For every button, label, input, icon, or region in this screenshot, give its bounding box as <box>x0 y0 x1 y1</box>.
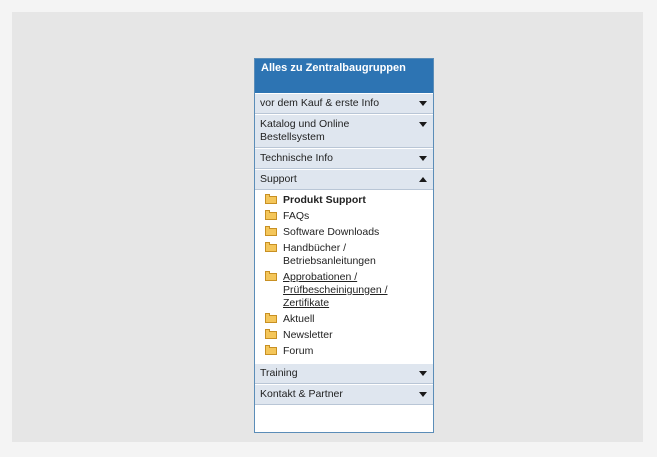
folder-icon <box>265 313 277 323</box>
menu-item-label: Aktuell <box>283 313 315 325</box>
section-label: vor dem Kauf & erste Info <box>260 97 380 109</box>
folder-icon <box>265 271 277 281</box>
menu-item-label: Forum <box>283 345 314 357</box>
menu-item-label: Handbücher / Betriebsanleitungen <box>283 242 376 267</box>
section-label: Training <box>260 367 298 379</box>
section-label: Kontakt & Partner <box>260 388 343 400</box>
folder-icon <box>265 210 277 220</box>
navigation-panel: Alles zu Zentralbaugruppen vor dem Kauf … <box>254 58 434 433</box>
page-background: Alles zu Zentralbaugruppen vor dem Kauf … <box>12 12 643 442</box>
section-katalog[interactable]: Katalog und Online Bestellsystem <box>255 114 433 148</box>
menu-item-produkt-support[interactable]: Produkt Support <box>255 192 433 208</box>
triangle-down-icon <box>419 101 427 106</box>
folder-icon <box>265 329 277 339</box>
menu-item-approbationen[interactable]: Approbationen / Prüfbescheinigungen / Ze… <box>255 269 433 311</box>
panel-title: Alles zu Zentralbaugruppen <box>255 59 433 93</box>
triangle-down-icon <box>419 371 427 376</box>
section-label: Support <box>260 173 297 185</box>
triangle-down-icon <box>419 156 427 161</box>
folder-icon <box>265 345 277 355</box>
menu-item-aktuell[interactable]: Aktuell <box>255 311 433 327</box>
menu-item-newsletter[interactable]: Newsletter <box>255 327 433 343</box>
folder-icon <box>265 194 277 204</box>
menu-item-faqs[interactable]: FAQs <box>255 208 433 224</box>
section-support[interactable]: Support <box>255 169 433 190</box>
menu-item-forum[interactable]: Forum <box>255 343 433 359</box>
section-vor-dem-kauf[interactable]: vor dem Kauf & erste Info <box>255 93 433 114</box>
menu-item-handbuecher[interactable]: Handbücher / Betriebsanleitungen <box>255 240 433 269</box>
menu-item-label: Software Downloads <box>283 226 380 238</box>
section-technische-info[interactable]: Technische Info <box>255 148 433 169</box>
section-training[interactable]: Training <box>255 363 433 384</box>
triangle-down-icon <box>419 122 427 127</box>
support-submenu: Produkt Support FAQs Software Downloads … <box>255 190 433 363</box>
menu-item-label: FAQs <box>283 210 310 222</box>
section-label: Technische Info <box>260 152 333 164</box>
menu-item-label: Produkt Support <box>283 194 366 206</box>
folder-icon <box>265 242 277 252</box>
menu-item-label: Approbationen / Prüfbescheinigungen / Ze… <box>283 271 388 309</box>
triangle-down-icon <box>419 392 427 397</box>
menu-item-software-downloads[interactable]: Software Downloads <box>255 224 433 240</box>
folder-icon <box>265 226 277 236</box>
triangle-up-icon <box>419 177 427 182</box>
section-label: Katalog und Online Bestellsystem <box>260 118 350 143</box>
menu-item-label: Newsletter <box>283 329 333 341</box>
section-kontakt-partner[interactable]: Kontakt & Partner <box>255 384 433 405</box>
